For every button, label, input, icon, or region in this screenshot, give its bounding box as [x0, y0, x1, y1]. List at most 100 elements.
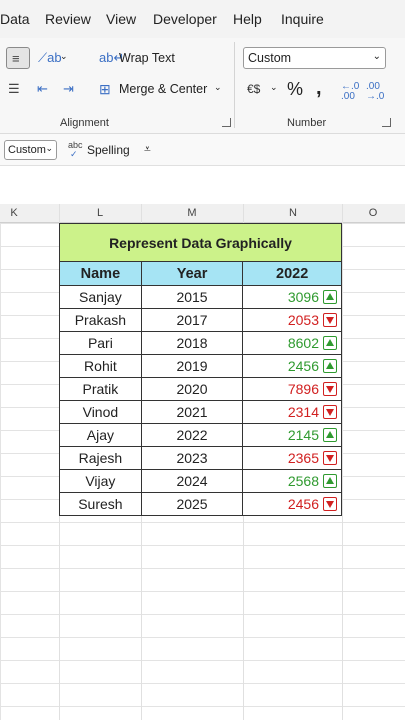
increase-decimal-icon[interactable]: ←.0.00: [341, 82, 359, 102]
value-text: 2145: [287, 427, 319, 443]
alignment-group-label: Alignment: [60, 117, 109, 129]
comma-style-button[interactable]: ,: [316, 77, 322, 100]
cell-name[interactable]: Pratik: [59, 377, 142, 401]
customize-toolbar-icon[interactable]: ⩡: [144, 142, 151, 157]
quick-access-toolbar: Custom ⌄ abc ✓ Spelling ⩡: [0, 134, 405, 166]
table-row: Ajay 2022 2145: [59, 423, 342, 447]
chevron-down-icon[interactable]: ⌄: [270, 82, 278, 93]
table-row: Rohit 2019 2456: [59, 354, 342, 378]
cell-year[interactable]: 2019: [140, 354, 244, 378]
number-format-select[interactable]: Custom ⌄: [243, 47, 386, 69]
cell-name[interactable]: Ajay: [59, 423, 142, 447]
orientation-icon[interactable]: ⟋ab: [38, 51, 62, 64]
cell-value[interactable]: 7896: [242, 377, 342, 401]
number-launcher-icon[interactable]: [382, 118, 391, 127]
cell-value[interactable]: 2053: [242, 308, 342, 332]
column-header-k[interactable]: K: [10, 207, 17, 219]
menu-inquire[interactable]: Inquire: [281, 11, 324, 27]
cell-value[interactable]: 2568: [242, 469, 342, 493]
align-left-icon[interactable]: ☰: [8, 82, 20, 95]
menu-data[interactable]: Data: [0, 11, 30, 27]
decrease-indent-icon[interactable]: ⇤: [37, 82, 48, 95]
chevron-down-icon[interactable]: ⌄: [214, 82, 222, 93]
value-text: 2456: [287, 358, 319, 374]
cell-name[interactable]: Vinod: [59, 400, 142, 424]
header-year[interactable]: Year: [140, 261, 244, 286]
column-header-m[interactable]: M: [187, 207, 196, 219]
cell-year[interactable]: 2015: [140, 285, 244, 309]
table-title[interactable]: Represent Data Graphically: [59, 223, 342, 262]
table-row: Prakash 2017 2053: [59, 308, 342, 332]
cell-name[interactable]: Prakash: [59, 308, 142, 332]
table-row: Suresh 2025 2456: [59, 492, 342, 516]
column-header-n[interactable]: N: [289, 207, 297, 219]
cell-year[interactable]: 2022: [140, 423, 244, 447]
cell-value[interactable]: 2365: [242, 446, 342, 470]
chevron-down-icon[interactable]: ⌄: [60, 51, 68, 62]
value-text: 2365: [287, 450, 319, 466]
wrap-text-button[interactable]: Wrap Text: [119, 51, 175, 65]
value-text: 7896: [287, 381, 319, 397]
cell-name[interactable]: Rohit: [59, 354, 142, 378]
format-combo-value: Custom: [8, 144, 46, 156]
table-row: Pratik 2020 7896: [59, 377, 342, 401]
cell-year[interactable]: 2023: [140, 446, 244, 470]
cell-year[interactable]: 2020: [140, 377, 244, 401]
arrow-up-icon: [323, 290, 337, 304]
percent-style-button[interactable]: %: [287, 79, 303, 100]
arrow-down-icon: [323, 313, 337, 327]
group-divider: [234, 42, 235, 128]
table-row: Rajesh 2023 2365: [59, 446, 342, 470]
header-2022[interactable]: 2022: [242, 261, 342, 286]
cell-value[interactable]: 2314: [242, 400, 342, 424]
cell-name[interactable]: Suresh: [59, 492, 142, 516]
arrow-down-icon: [323, 382, 337, 396]
spelling-button[interactable]: Spelling: [87, 143, 130, 157]
cell-name[interactable]: Vijay: [59, 469, 142, 493]
align-middle-button[interactable]: ≡: [6, 47, 30, 69]
menu-developer[interactable]: Developer: [153, 11, 217, 27]
value-text: 3096: [287, 289, 319, 305]
value-text: 8602: [287, 335, 319, 351]
column-header-o[interactable]: O: [369, 207, 378, 219]
gridline: [342, 204, 343, 720]
value-text: 2314: [287, 404, 319, 420]
accounting-format-icon[interactable]: €$: [247, 83, 260, 95]
cell-year[interactable]: 2021: [140, 400, 244, 424]
arrow-down-icon: [323, 451, 337, 465]
cell-value[interactable]: 8602: [242, 331, 342, 355]
table-row: Pari 2018 8602: [59, 331, 342, 355]
menu-review[interactable]: Review: [45, 11, 91, 27]
align-center-icon: ≡: [12, 51, 20, 66]
cell-name[interactable]: Pari: [59, 331, 142, 355]
header-name[interactable]: Name: [59, 261, 142, 286]
cell-year[interactable]: 2025: [140, 492, 244, 516]
cell-year[interactable]: 2024: [140, 469, 244, 493]
cell-name[interactable]: Sanjay: [59, 285, 142, 309]
cell-year[interactable]: 2017: [140, 308, 244, 332]
column-headers: K L M N O: [0, 204, 405, 223]
arrow-up-icon: [323, 336, 337, 350]
number-format-value: Custom: [248, 51, 292, 65]
decrease-decimal-icon[interactable]: .00 →.0: [366, 82, 384, 102]
chevron-down-icon: ⌄: [45, 143, 53, 153]
table-header-row: Name Year 2022: [59, 261, 342, 286]
cell-value[interactable]: 3096: [242, 285, 342, 309]
table-row: Sanjay 2015 3096: [59, 285, 342, 309]
arrow-down-icon: [323, 405, 337, 419]
alignment-launcher-icon[interactable]: [222, 118, 231, 127]
increase-indent-icon[interactable]: ⇥: [63, 82, 74, 95]
chevron-down-icon: ⌄: [372, 51, 381, 62]
cell-name[interactable]: Rajesh: [59, 446, 142, 470]
cell-value[interactable]: 2456: [242, 492, 342, 516]
cell-year[interactable]: 2018: [140, 331, 244, 355]
menu-view[interactable]: View: [106, 11, 136, 27]
cell-value[interactable]: 2145: [242, 423, 342, 447]
format-combo[interactable]: Custom ⌄: [4, 140, 57, 160]
merge-center-icon: ⊞: [99, 81, 111, 97]
column-header-l[interactable]: L: [97, 207, 103, 219]
arrow-up-icon: [323, 474, 337, 488]
merge-center-button[interactable]: Merge & Center: [119, 82, 207, 96]
cell-value[interactable]: 2456: [242, 354, 342, 378]
menu-help[interactable]: Help: [233, 11, 262, 27]
